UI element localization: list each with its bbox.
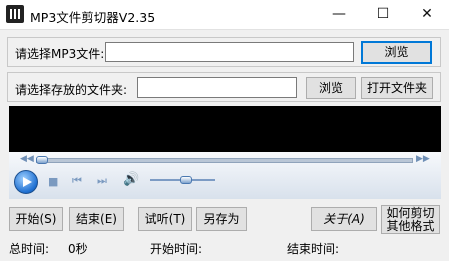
rewind-small-icon[interactable]: ◀◀ [20, 154, 34, 164]
total-time-value: 0秒 [68, 242, 88, 256]
next-icon[interactable]: ⏭ [97, 174, 107, 188]
mp3-file-label: 请选择MP3文件: [15, 47, 105, 61]
forward-small-icon[interactable]: ▶▶ [416, 154, 430, 164]
play-button[interactable] [14, 170, 38, 194]
how-to-line2: 其他格式 [386, 219, 435, 233]
output-folder-label: 请选择存放的文件夹: [15, 83, 128, 97]
total-time-label: 总时间: [9, 242, 50, 256]
how-to-button[interactable]: 如何剪切 其他格式 [381, 205, 440, 234]
end-time-label: 结束时间: [287, 242, 340, 256]
previous-icon[interactable]: ⏮ [72, 174, 82, 188]
stop-icon[interactable]: ■ [48, 175, 58, 188]
volume-thumb[interactable] [180, 176, 192, 184]
start-button[interactable]: 开始(S) [9, 207, 63, 231]
browse-folder-button[interactable]: 浏览 [306, 77, 356, 99]
browse-mp3-button[interactable]: 浏览 [361, 41, 432, 64]
seek-thumb[interactable] [36, 156, 48, 164]
end-button[interactable]: 结束(E) [69, 207, 124, 231]
close-button[interactable]: ✕ [405, 0, 449, 29]
window-title: MP3文件剪切器V2.35 [30, 10, 156, 25]
volume-icon[interactable]: 🔊 [123, 172, 139, 187]
start-time-label: 开始时间: [150, 242, 203, 256]
minimize-button[interactable]: — [317, 0, 361, 29]
app-icon [6, 5, 24, 23]
open-folder-button[interactable]: 打开文件夹 [361, 77, 433, 99]
about-button[interactable]: 关于(A) [311, 207, 377, 231]
seek-track[interactable] [36, 158, 413, 163]
output-folder-input[interactable] [137, 77, 297, 98]
maximize-button[interactable]: ☐ [361, 0, 405, 29]
preview-button[interactable]: 试听(T) [138, 207, 192, 231]
mp3-file-input[interactable] [105, 42, 354, 62]
save-as-button[interactable]: 另存为 [196, 207, 247, 231]
